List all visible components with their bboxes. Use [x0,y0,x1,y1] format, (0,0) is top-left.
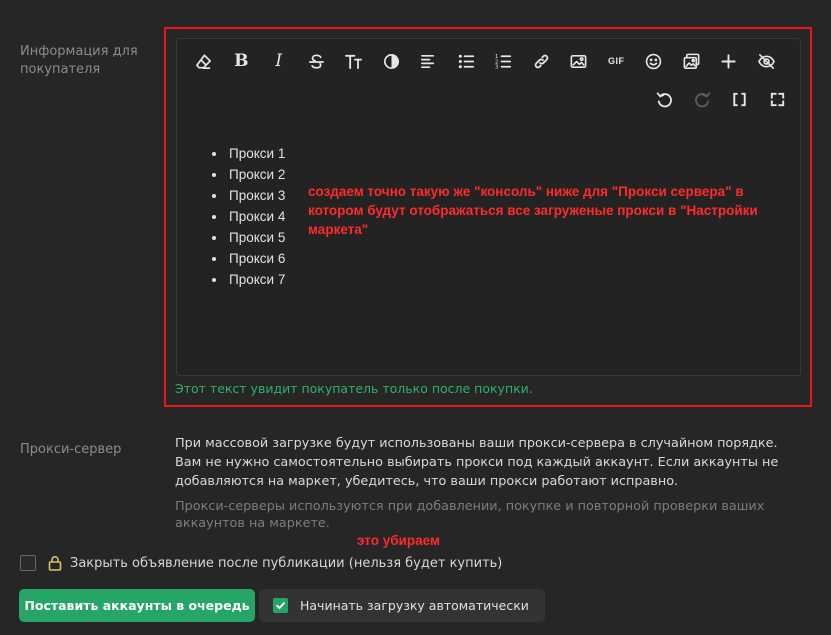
editor-toolbar: B I 123 GIF [185,47,785,75]
list-item: Прокси 7 [227,269,285,290]
editor-toolbar-secondary [646,85,796,113]
proxy-server-description: При массовой загрузке будут использованы… [175,436,779,489]
plus-icon[interactable] [710,47,748,75]
image-icon[interactable] [560,47,598,75]
undo-icon[interactable] [646,85,684,113]
bullet-list-icon[interactable] [448,47,486,75]
source-brackets-icon[interactable] [721,85,759,113]
contrast-icon[interactable] [373,47,411,75]
rich-text-editor[interactable]: B I 123 GIF • Прокси 1 • Прокси 2 • Прок… [176,38,801,376]
proxy-server-note: Прокси-серверы используются при добавлен… [175,499,765,531]
auto-upload-checkbox[interactable] [273,598,288,613]
auto-upload-toggle[interactable]: Начинать загрузку автоматически [259,589,545,622]
hidden-eye-icon[interactable] [748,47,786,75]
strikethrough-icon[interactable] [298,47,336,75]
check-icon [276,602,285,609]
italic-icon[interactable]: I [260,47,298,75]
list-item: Прокси 3 [227,185,285,206]
svg-text:3: 3 [495,64,498,70]
annotation-note: создаем точно такую же "консоль" ниже дл… [308,184,758,237]
remove-annotation: это убираем [357,533,440,548]
proxy-server-label: Прокси-сервер [20,442,122,457]
auto-upload-label: Начинать загрузку автоматически [300,598,529,613]
close-listing-label: Закрыть объявление после публикации (нел… [70,555,503,571]
list-item: Прокси 4 [227,206,285,227]
bold-icon[interactable]: B [223,47,261,75]
close-listing-option[interactable]: Закрыть объявление после публикации (нел… [20,553,502,573]
link-icon[interactable] [523,47,561,75]
proxy-list: Прокси 1 Прокси 2 Прокси 3 Прокси 4 Прок… [209,143,285,290]
list-item: Прокси 1 [227,143,285,164]
align-left-icon[interactable] [410,47,448,75]
buyer-info-label: Информация для покупателя [20,44,138,77]
buyer-visibility-hint: Этот текст увидит покупатель только посл… [175,381,533,396]
list-item: Прокси 2 [227,164,285,185]
list-item: Прокси 6 [227,248,285,269]
redo-icon[interactable] [684,85,722,113]
text-size-icon[interactable] [335,47,373,75]
lock-icon [48,555,62,571]
emoji-icon[interactable] [635,47,673,75]
list-item: Прокси 5 [227,227,285,248]
gallery-icon[interactable] [673,47,711,75]
queue-accounts-button[interactable]: Поставить аккаунты в очередь [19,589,255,622]
eraser-icon[interactable] [185,47,223,75]
fullscreen-icon[interactable] [759,85,797,113]
page: Информация для покупателя B I 1 2 3 GIF … [0,0,831,635]
numbered-list-icon[interactable]: 123 [485,47,523,75]
gif-icon[interactable]: GIF [598,47,636,75]
close-listing-checkbox[interactable] [20,555,36,571]
